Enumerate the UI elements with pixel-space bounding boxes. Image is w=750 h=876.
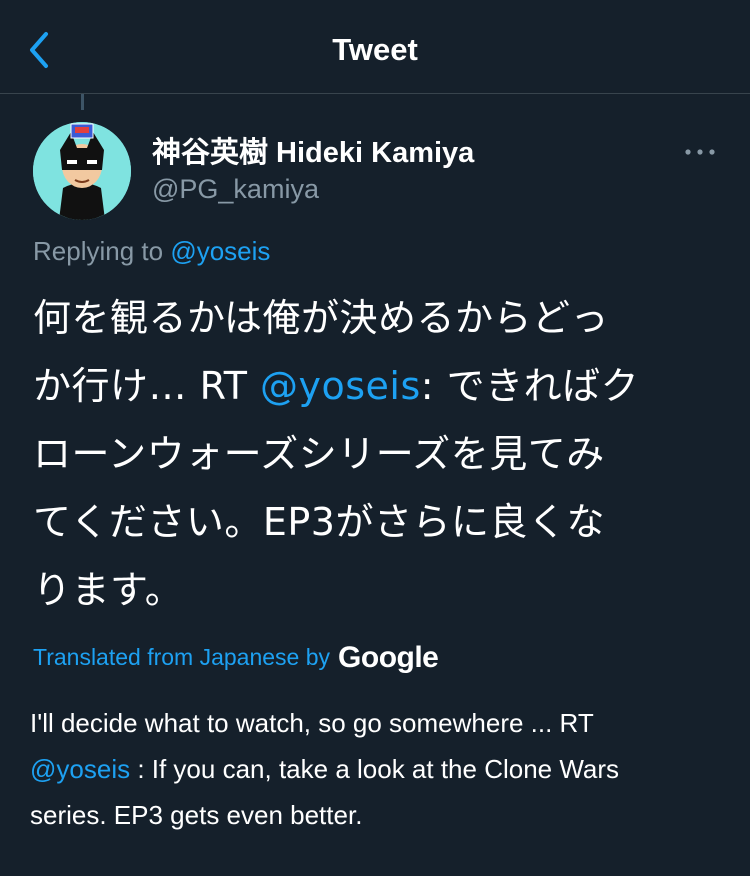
tweet-text-line: てください。EP3がさらに良くな [33, 500, 605, 544]
tweet-mention-link[interactable]: @yoseis [260, 364, 421, 408]
translation-text: I'll decide what to watch, so go somewhe… [30, 700, 730, 838]
translation-line: @yoseis : If you can, take a look at the… [30, 746, 730, 792]
tweet-text-segment: か行け… RT [33, 364, 261, 408]
tweet-text-line: か行け… RT @yoseis: できればク [33, 352, 723, 420]
avatar[interactable] [33, 122, 131, 220]
thread-connector-line [81, 94, 84, 110]
top-nav-bar: Tweet [0, 0, 750, 94]
tweet-text: 何を観るかは俺が決めるからどっ か行け… RT @yoseis: できればク ロ… [33, 284, 723, 624]
tweet-text-line: ローンウォーズシリーズを見てみ [33, 432, 605, 476]
translated-label: Translated from Japanese by [33, 644, 331, 670]
more-options-button[interactable] [682, 140, 718, 164]
page-title: Tweet [332, 32, 418, 67]
translation-segment: : If you can, take a look at the Clone W… [130, 754, 620, 784]
replying-to-mention[interactable]: @yoseis [170, 236, 270, 266]
avatar-illustration [33, 122, 131, 220]
google-logo: Google [338, 641, 439, 674]
replying-to-label: Replying to [33, 236, 164, 266]
tweet-text-segment: : できればク [420, 364, 640, 408]
author-handle[interactable]: @PG_kamiya [152, 172, 319, 206]
replying-to: Replying to @yoseis [33, 234, 270, 268]
translation-line: I'll decide what to watch, so go somewhe… [30, 708, 594, 738]
author-display-name[interactable]: 神谷英樹 Hideki Kamiya [152, 134, 474, 172]
translation-line: series. EP3 gets even better. [30, 800, 363, 830]
translated-by-link[interactable]: Translated from Japanese by Google [33, 638, 439, 678]
more-horizontal-icon [685, 149, 715, 155]
tweet-text-line: 何を観るかは俺が決めるからどっ [33, 296, 609, 340]
translation-mention-link[interactable]: @yoseis [30, 754, 130, 784]
tweet-text-line: ります。 [33, 568, 184, 612]
